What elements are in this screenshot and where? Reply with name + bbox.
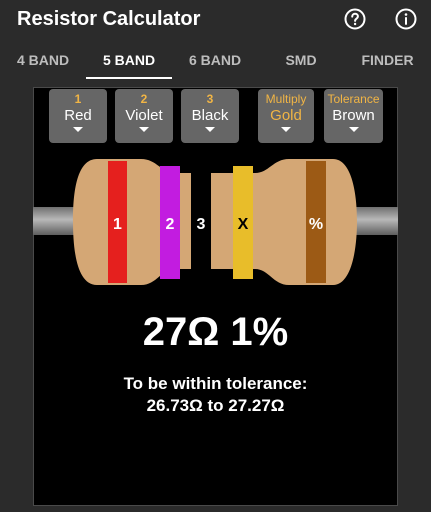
tab-bar: 4 BAND 5 BAND 6 BAND SMD FINDER [0, 44, 431, 80]
info-icon[interactable] [394, 7, 418, 31]
band1-selector[interactable]: 1 Red [49, 89, 107, 143]
band2-selector-header: 2 [140, 92, 148, 106]
band1-selector-header: 1 [74, 92, 82, 106]
band-2-label: 2 [166, 216, 175, 233]
dropdown-caret-icon [205, 127, 215, 132]
band-3-label: 3 [197, 216, 206, 233]
multiplier-selector-header: Multiply [265, 92, 307, 106]
tab-finder[interactable]: FINDER [344, 44, 431, 80]
multiplier-selector-value: Gold [270, 107, 302, 124]
band2-selector[interactable]: 2 Violet [115, 89, 173, 143]
calculator-panel [33, 87, 398, 506]
dropdown-caret-icon [281, 127, 291, 132]
tolerance-selector-header: Tolerance [327, 92, 380, 106]
tolerance-range: 26.73Ω to 27.27Ω [146, 396, 285, 415]
resistor-graphic: 1 2 3 X% [33, 159, 398, 285]
resistance-result: 27Ω 1% [142, 310, 289, 354]
band2-selector-value: Violet [125, 107, 163, 124]
tab-smd[interactable]: SMD [258, 44, 344, 80]
band-4-label: X [238, 216, 249, 233]
dropdown-caret-icon [73, 127, 83, 132]
band3-selector-header: 3 [206, 92, 214, 106]
band3-selector[interactable]: 3 Black [181, 89, 239, 143]
dropdown-caret-icon [139, 127, 149, 132]
tab-5-band[interactable]: 5 BAND [86, 44, 172, 80]
tab-6-band[interactable]: 6 BAND [172, 44, 258, 80]
help-icon[interactable] [343, 7, 367, 31]
tolerance-selector[interactable]: Tolerance Brown [324, 89, 383, 143]
app-title: Resistor Calculator [17, 8, 201, 30]
tolerance-selector-value: Brown [332, 107, 375, 124]
app-bar: Resistor Calculator [0, 0, 431, 40]
active-tab-indicator [86, 77, 172, 79]
band3-selector-value: Black [191, 107, 229, 124]
band1-selector-value: Red [64, 107, 92, 124]
dropdown-caret-icon [348, 127, 359, 132]
band-1-label: 1 [113, 216, 122, 233]
tolerance-title: To be within tolerance: [123, 374, 308, 393]
multiplier-selector[interactable]: Multiply Gold [258, 89, 314, 143]
band-5-label: % [309, 216, 323, 233]
tab-4-band[interactable]: 4 BAND [0, 44, 86, 80]
